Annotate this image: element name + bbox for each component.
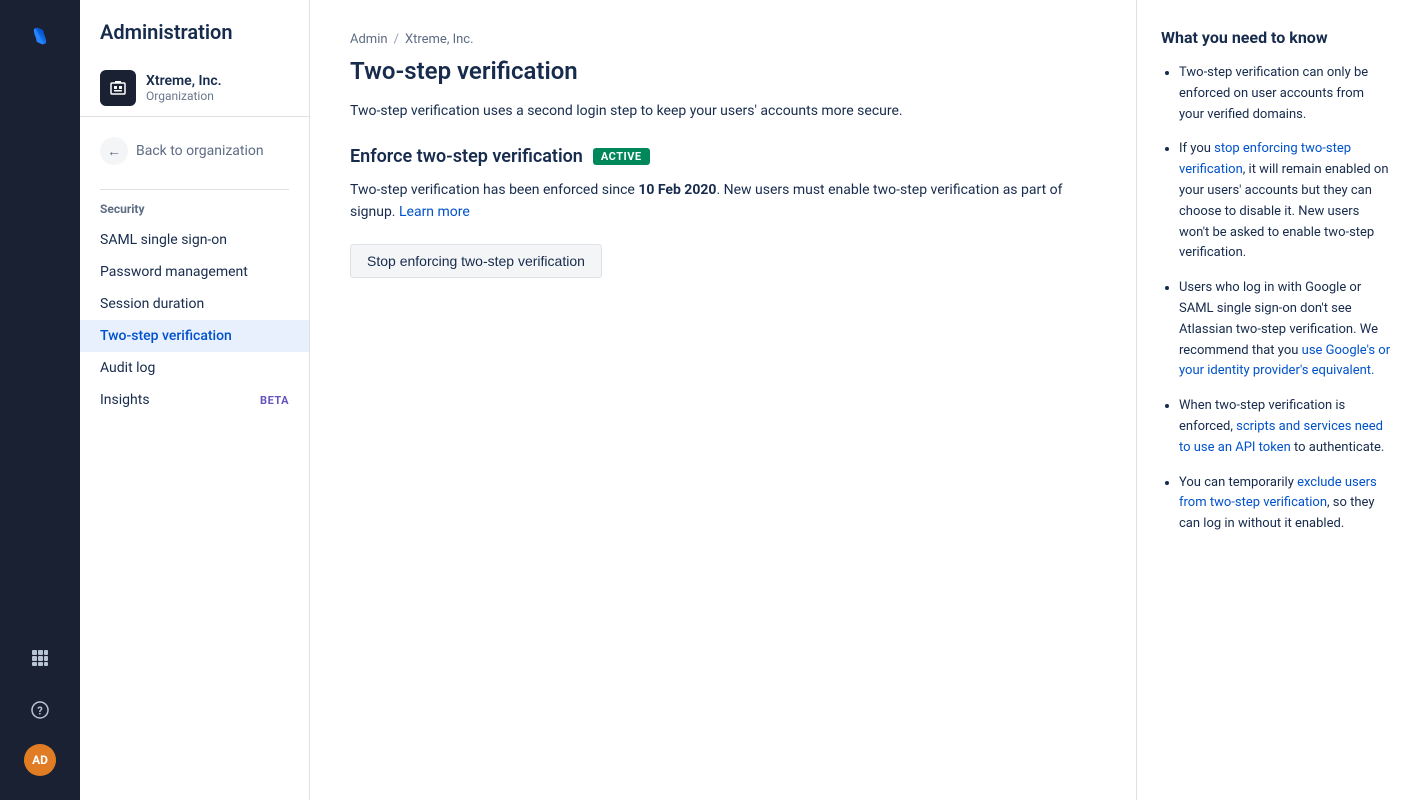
sidebar-item-audit[interactable]: Audit log	[80, 352, 309, 384]
enforce-title-text: Enforce two-step verification	[350, 146, 583, 167]
info-item-2: If you stop enforcing two-step verificat…	[1179, 139, 1392, 264]
nav-bottom-icons: ? AD	[22, 640, 58, 784]
breadcrumb-org: Xtreme, Inc.	[405, 32, 474, 47]
beta-badge: BETA	[260, 394, 289, 407]
info-panel: What you need to know Two-step verificat…	[1136, 0, 1416, 800]
sidebar-item-label: Session duration	[100, 296, 204, 312]
sidebar-item-label: SAML single sign-on	[100, 232, 227, 248]
info-panel-title: What you need to know	[1161, 28, 1392, 47]
sidebar-item-label: Audit log	[100, 360, 155, 376]
page-description: Two-step verification uses a second logi…	[350, 101, 1096, 122]
org-sub: Organization	[146, 89, 222, 103]
info-item-4-suffix: to authenticate.	[1291, 440, 1385, 455]
sidebar-item-label: Two-step verification	[100, 328, 232, 344]
nav-bar: ? AD	[0, 0, 80, 800]
sidebar-title: Administration	[80, 20, 309, 60]
enforce-desc-prefix: Two-step verification has been enforced …	[350, 182, 638, 198]
org-name: Xtreme, Inc.	[146, 73, 222, 89]
enforce-date: 10 Feb 2020	[638, 182, 716, 198]
info-item-5-prefix: You can temporarily	[1179, 475, 1297, 490]
main-content: Admin / Xtreme, Inc. Two-step verificati…	[310, 0, 1136, 800]
info-item-1: Two-step verification can only be enforc…	[1179, 63, 1392, 125]
enforce-description: Two-step verification has been enforced …	[350, 179, 1096, 224]
sidebar-section-title: Security	[80, 202, 309, 224]
org-icon	[100, 70, 136, 106]
info-item-1-text: Two-step verification can only be enforc…	[1179, 65, 1368, 122]
sidebar-item-saml[interactable]: SAML single sign-on	[80, 224, 309, 256]
sidebar-item-two-step[interactable]: Two-step verification	[80, 320, 309, 352]
breadcrumb-sep: /	[394, 32, 399, 47]
atlassian-logo	[20, 16, 60, 56]
help-icon-btn[interactable]: ?	[22, 692, 58, 728]
org-info: Xtreme, Inc. Organization	[146, 73, 222, 103]
info-item-3: Users who log in with Google or SAML sin…	[1179, 278, 1392, 382]
sidebar: Administration Xtreme, Inc. Organization…	[80, 0, 310, 800]
back-label: Back to organization	[136, 143, 264, 159]
info-item-4: When two-step verification is enforced, …	[1179, 396, 1392, 458]
user-avatar[interactable]: AD	[24, 744, 56, 776]
sidebar-item-insights[interactable]: Insights BETA	[80, 384, 309, 416]
grid-icon-btn[interactable]	[22, 640, 58, 676]
breadcrumb: Admin / Xtreme, Inc.	[350, 32, 1096, 47]
info-list: Two-step verification can only be enforc…	[1161, 63, 1392, 535]
info-item-2-prefix: If you	[1179, 141, 1214, 156]
sidebar-item-label: Insights	[100, 392, 150, 408]
back-arrow-icon: ←	[100, 137, 128, 165]
enforce-section-title: Enforce two-step verification ACTIVE	[350, 146, 1096, 167]
sidebar-item-session[interactable]: Session duration	[80, 288, 309, 320]
active-badge: ACTIVE	[593, 148, 650, 165]
sidebar-item-label: Password management	[100, 264, 248, 280]
sidebar-org: Xtreme, Inc. Organization	[80, 60, 309, 117]
sidebar-item-password[interactable]: Password management	[80, 256, 309, 288]
page-title: Two-step verification	[350, 57, 1096, 85]
info-item-5: You can temporarily exclude users from t…	[1179, 473, 1392, 535]
stop-enforcing-button[interactable]: Stop enforcing two-step verification	[350, 244, 602, 278]
sidebar-divider	[100, 189, 289, 190]
learn-more-link[interactable]: Learn more	[399, 204, 470, 220]
breadcrumb-admin[interactable]: Admin	[350, 32, 388, 47]
back-to-org-btn[interactable]: ← Back to organization	[80, 129, 309, 173]
svg-text:?: ?	[37, 705, 43, 718]
